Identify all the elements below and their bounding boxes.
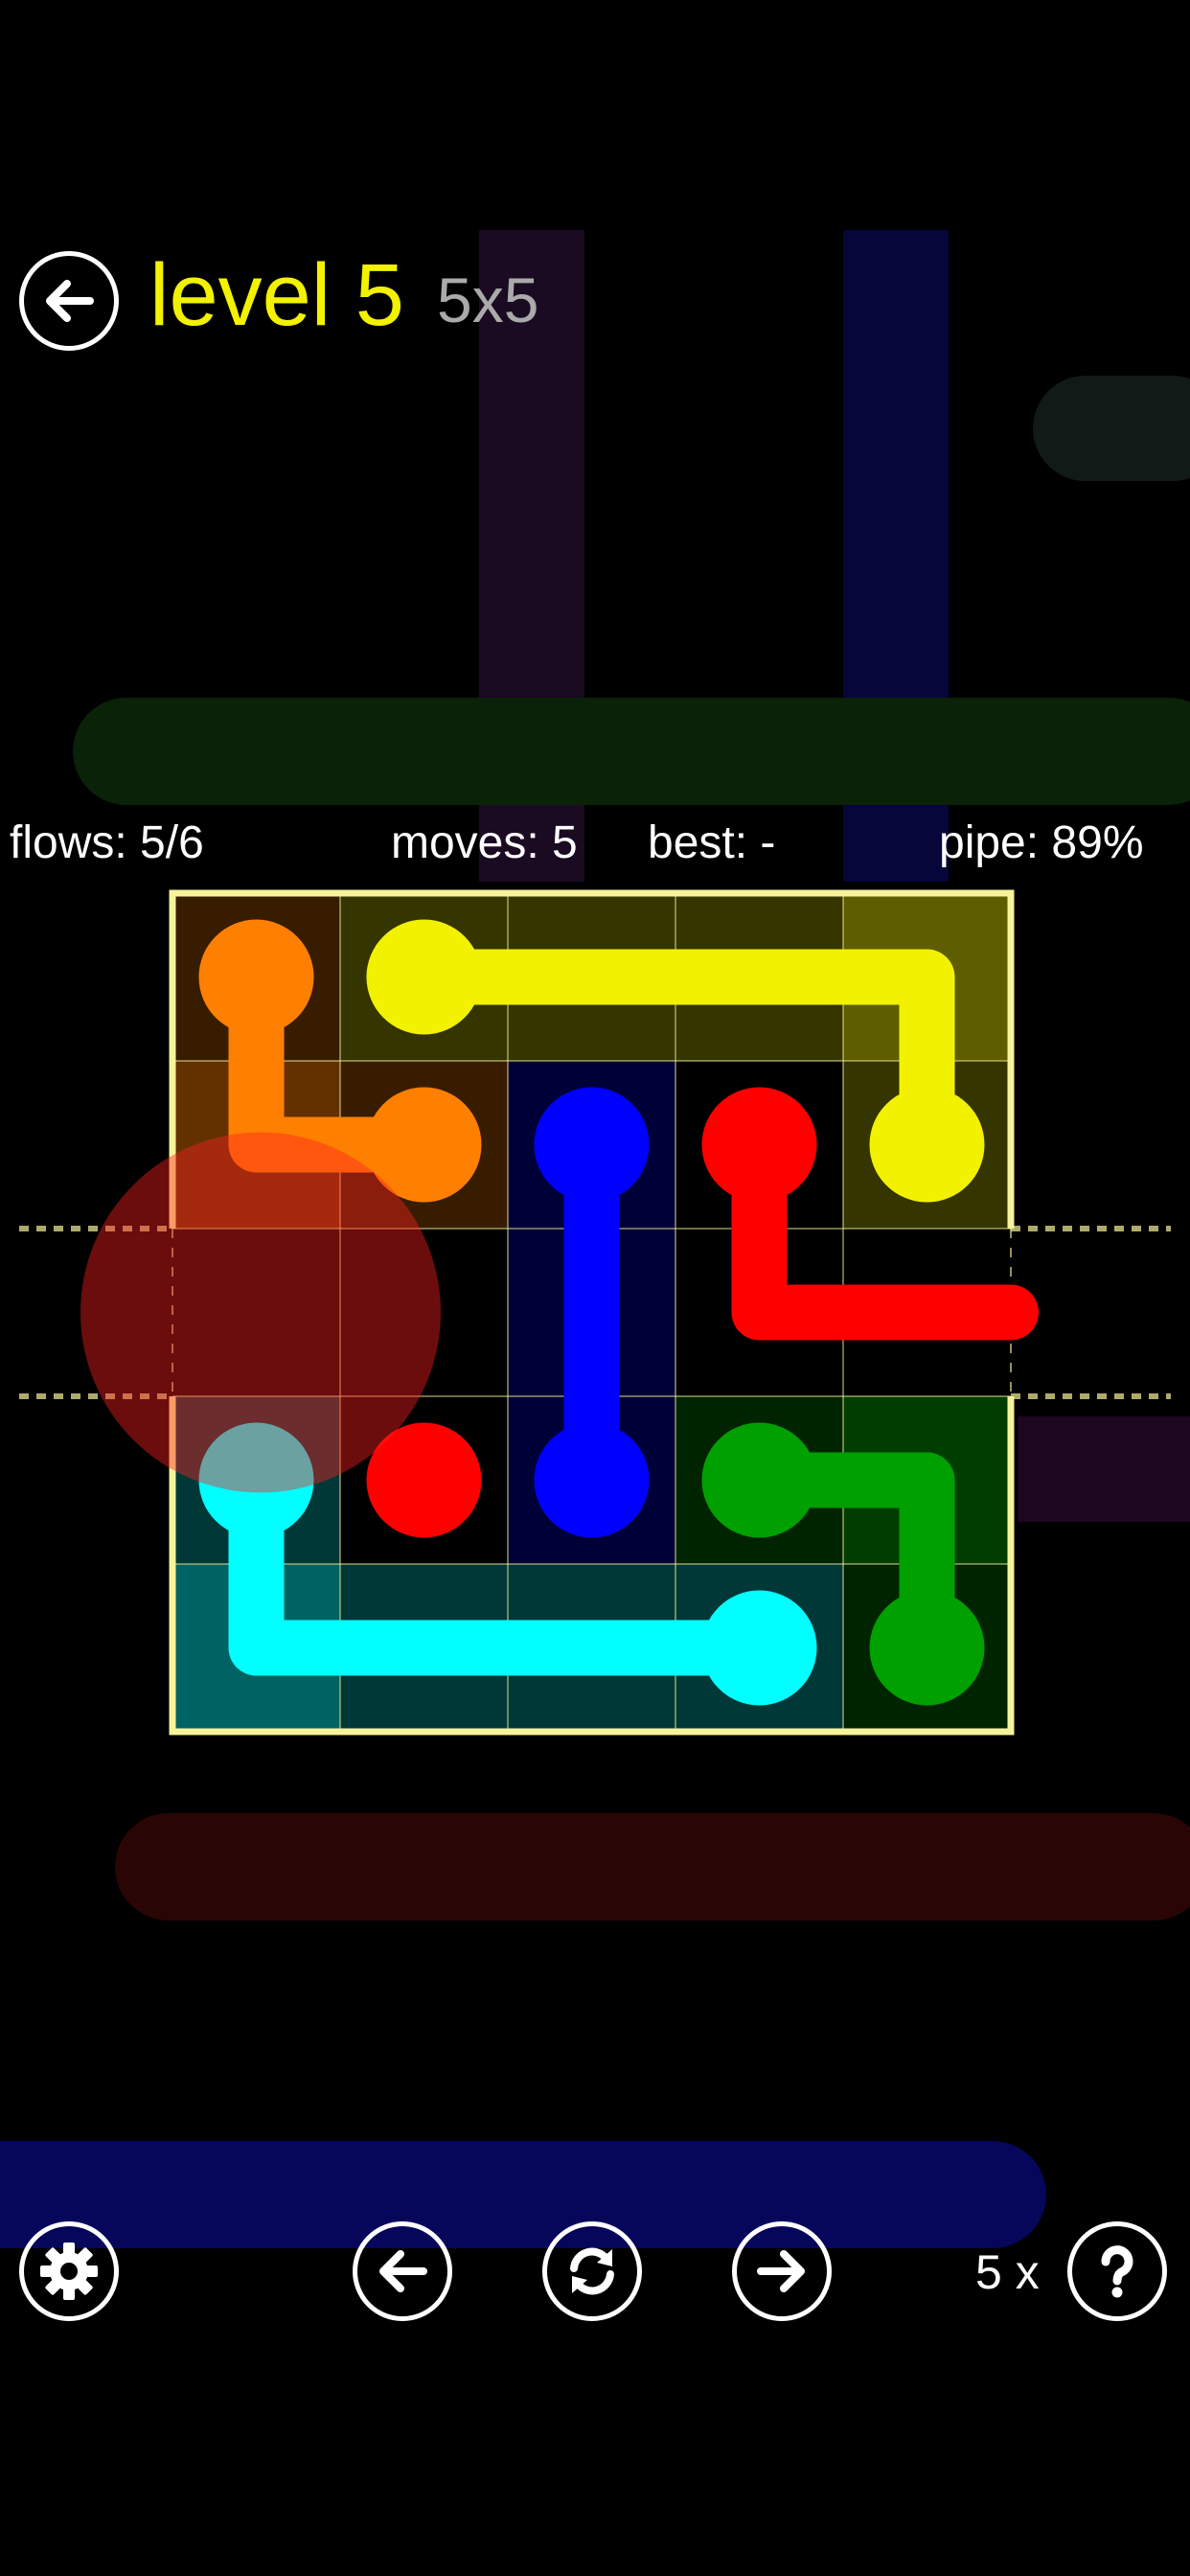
restart-button[interactable] (542, 2221, 642, 2321)
endpoint-dot-blue (534, 1422, 650, 1538)
touch-cursor (80, 1132, 441, 1493)
endpoint-dot-green (701, 1422, 817, 1538)
hint-count: 5 x (975, 2245, 1040, 2299)
previous-level-button[interactable] (353, 2221, 452, 2321)
gear-icon (40, 2242, 98, 2300)
arrow-left-icon (379, 2250, 427, 2292)
endpoint-dot-yellow (366, 919, 482, 1035)
endpoint-dot-blue (534, 1087, 650, 1203)
refresh-icon (570, 2247, 614, 2295)
question-mark-icon (1101, 2245, 1133, 2298)
endpoint-dot-green (869, 1590, 985, 1706)
next-level-button[interactable] (732, 2221, 832, 2321)
hint-button[interactable] (1067, 2221, 1167, 2321)
endpoint-dot-cyan (701, 1590, 817, 1706)
endpoint-dot-yellow (869, 1087, 985, 1203)
game-board[interactable] (0, 0, 1190, 2576)
endpoint-dot-orange (198, 919, 314, 1035)
arrow-right-icon (757, 2250, 805, 2292)
settings-button[interactable] (19, 2221, 119, 2321)
endpoint-dot-red (701, 1087, 817, 1203)
